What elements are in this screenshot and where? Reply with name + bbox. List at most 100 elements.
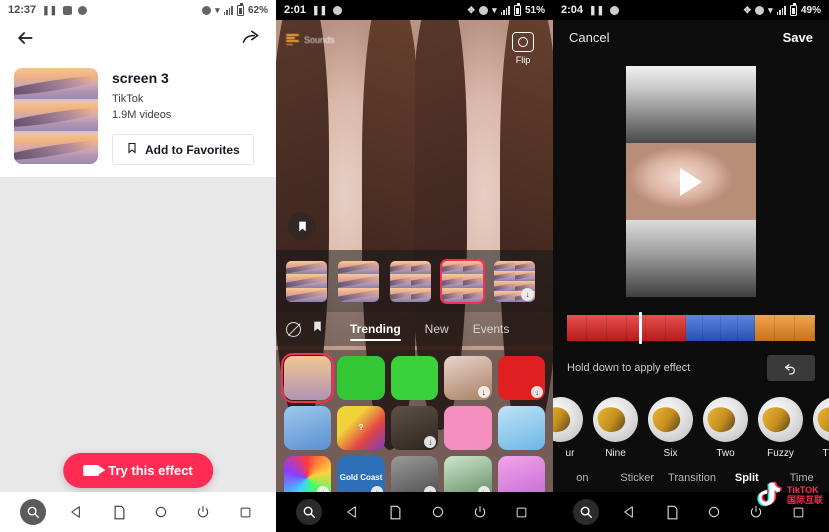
search-icon[interactable] [296,499,323,525]
effect-brain-scan[interactable] [444,406,492,450]
download-icon[interactable]: ↓ [477,386,490,398]
battery-icon [236,3,244,16]
effect-blue-figures[interactable] [284,406,332,450]
download-icon[interactable]: ↓ [531,386,543,398]
power-icon[interactable] [469,501,491,523]
tab-on[interactable]: on [555,472,610,484]
recents-page-icon[interactable] [384,501,406,523]
cancel-button[interactable]: Cancel [569,30,609,45]
share-arrow-icon[interactable] [240,27,262,49]
effect-thumbnail [593,397,638,442]
power-icon[interactable] [192,501,214,523]
dnd-icon [479,5,489,15]
effect-title: screen 3 [112,70,169,86]
no-effect-icon[interactable] [286,321,301,337]
app-icon [78,5,88,15]
add-to-favorites-button[interactable]: Add to Favorites [112,134,254,165]
wifi-icon: ▾ [492,4,497,15]
fx-nine[interactable]: Nine [593,397,638,459]
tab-trending[interactable]: Trending [338,322,413,341]
tab-events[interactable]: Events [461,322,522,336]
tiktok-watermark: TikTOK 国际互联 [756,480,823,510]
fx-six[interactable]: Six [648,397,693,459]
back-triangle-icon[interactable] [342,501,364,523]
effect-timeline[interactable] [567,312,815,344]
save-button[interactable]: Save [783,30,813,45]
recents-page-icon[interactable] [108,501,130,523]
effect-category-tabs: Trending New Events [276,312,553,346]
effect-info-card: screen 3 TikTok 1.9M videos Add to Favor… [0,56,276,171]
back-arrow-icon[interactable] [14,27,36,49]
search-icon[interactable] [573,499,599,525]
camera-viewfinder[interactable]: Sounds Flip ↓ Trending New Events ↓↓?↓↓G… [276,20,553,532]
wifi-icon: ▾ [768,4,773,15]
bookmark-icon[interactable] [288,212,316,240]
fx-fuzzy[interactable]: Fuzzy [758,397,803,459]
variant-2[interactable] [336,259,381,304]
fx-three[interactable]: Three [813,397,829,459]
equalizer-icon [286,34,299,46]
app-icon [333,5,343,15]
effect-portrait[interactable]: ↓ [444,356,492,400]
home-circle-icon[interactable] [150,501,172,523]
fx-two[interactable]: Two [703,397,748,459]
effect-name-label: Three [822,448,829,459]
segment-blue[interactable] [686,315,756,341]
segment-orange[interactable] [755,315,815,341]
android-nav-bar-1 [0,492,276,532]
battery-label: 51% [524,4,545,16]
recents-page-icon[interactable] [661,501,683,523]
tab-new[interactable]: New [413,322,461,336]
wifi-icon: ▾ [215,4,220,15]
play-icon[interactable] [680,167,702,196]
fx-four[interactable]: ur [553,397,583,459]
effect-dark-room[interactable]: ↓ [390,406,439,450]
variant-1[interactable] [284,259,329,304]
home-circle-icon[interactable] [427,501,449,523]
undo-icon[interactable] [767,355,815,381]
effect-thumbnail [648,397,693,442]
status-bar-1: 12:37 ❚❚ ▾ 62% [0,0,276,20]
effect-blue-eyes[interactable] [497,406,545,450]
effect-screen3[interactable] [280,353,335,403]
effect-green-play[interactable] [390,356,439,400]
detail-header [0,20,276,56]
effect-name-label: Fuzzy [767,448,794,459]
bookmark-icon [126,141,138,158]
effect-green-photo[interactable] [337,356,385,400]
image-icon [63,5,73,15]
square-icon[interactable] [511,501,533,523]
three-panel-screenshot: 12:37 ❚❚ ▾ 62% screen 3 TikTok 1.9M vide… [0,0,829,532]
signal-icon [776,5,786,15]
variant-3[interactable] [388,259,433,304]
home-circle-icon[interactable] [703,501,725,523]
pause-icon: ❚❚ [312,4,328,15]
variant-4[interactable] [440,258,485,304]
video-preview[interactable] [626,65,756,298]
bookmark-icon[interactable] [311,319,324,339]
effect-picker-carousel[interactable]: ur Nine Six Two Fuzzy Three [553,381,829,459]
download-icon[interactable]: ↓ [424,436,437,448]
back-triangle-icon[interactable] [66,501,88,523]
timeline-playhead[interactable] [638,312,642,344]
segment-red[interactable] [567,315,687,341]
square-icon[interactable] [234,501,256,523]
effect-question-grid[interactable]: ? [337,406,385,450]
download-icon[interactable]: ↓ [521,287,534,301]
tab-sticker[interactable]: Sticker [610,472,665,484]
variant-5[interactable]: ↓ [492,259,537,304]
search-icon[interactable] [20,499,46,525]
try-this-effect-button[interactable]: Try this effect [63,453,213,488]
effect-thumbnail [758,397,803,442]
tiktok-note-icon [756,480,784,510]
sound-label[interactable]: Sounds [286,34,335,46]
tiktok-watermark-text: TikTOK 国际互联 [787,485,823,506]
back-triangle-icon[interactable] [619,501,641,523]
effect-red-scroll[interactable]: ↓ [497,356,545,400]
effect-variant-carousel[interactable]: ↓ [276,250,553,312]
battery-icon [789,3,797,16]
bluetooth-icon: ✥ [467,4,476,15]
tab-transition[interactable]: Transition [665,472,720,484]
panel-effect-detail: 12:37 ❚❚ ▾ 62% screen 3 TikTok 1.9M vide… [0,0,276,532]
flip-camera-button[interactable]: Flip [503,32,543,65]
